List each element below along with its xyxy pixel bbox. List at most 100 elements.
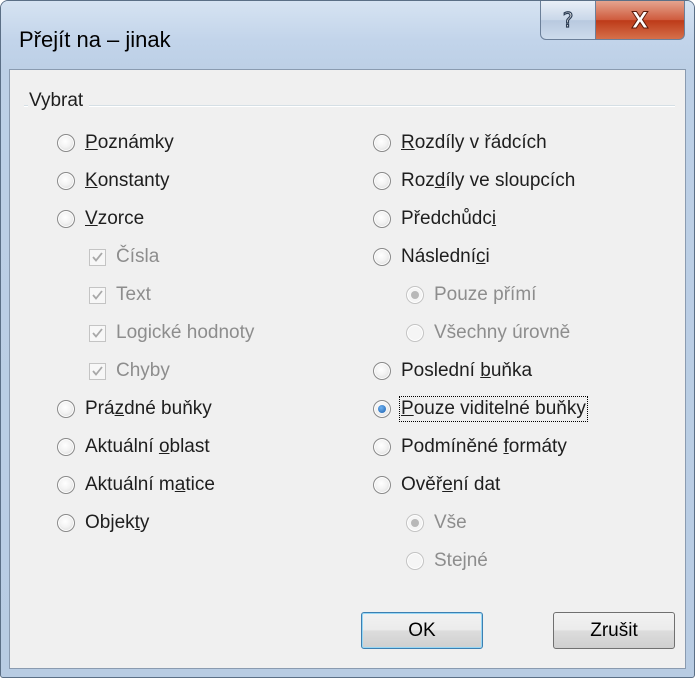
dialog-window: Přejít na – jinak ? X Vybrat Poznámky Kon… <box>0 0 695 678</box>
radio-empty-icon[interactable] <box>57 438 75 456</box>
help-icon: ? <box>562 8 574 32</box>
option-access-key: R <box>401 132 415 153</box>
option-label-text: Stejné <box>434 550 488 571</box>
option-label-text: Prá <box>85 398 115 419</box>
checkbox-text: Text <box>89 284 151 306</box>
radio-option-vzorce[interactable]: Vzorce <box>57 208 144 230</box>
radio-option-podminene-formaty[interactable]: Podmíněné formáty <box>373 436 567 458</box>
option-access-key: K <box>85 170 98 191</box>
radio-option-rozdily-v-radcich[interactable]: Rozdíly v řádcích <box>373 132 547 154</box>
group-divider-highlight <box>24 106 675 107</box>
ok-button[interactable]: OK <box>361 612 483 649</box>
option-label: Čísla <box>116 246 159 268</box>
option-label-text: Text <box>116 284 151 305</box>
option-label-text: Objek <box>85 512 135 533</box>
option-label-text: ozdíly v řádcích <box>414 132 547 153</box>
radio-option-aktualni-oblast[interactable]: Aktuální oblast <box>57 436 210 458</box>
checkbox-chyby: Chyby <box>89 360 170 382</box>
radio-empty-icon[interactable] <box>57 134 75 152</box>
option-access-key: o <box>158 436 170 457</box>
radio-empty-icon[interactable] <box>373 210 391 228</box>
radio-option-posledni-bunka[interactable]: Poslední buňka <box>373 360 532 382</box>
radio-empty-icon[interactable] <box>57 514 75 532</box>
radio-empty-icon[interactable] <box>373 438 391 456</box>
radio-empty-icon[interactable] <box>373 248 391 266</box>
radio-option-predchudci[interactable]: Předchůdci <box>373 208 496 230</box>
radio-option-konstanty[interactable]: Konstanty <box>57 170 170 192</box>
close-button[interactable]: X <box>595 1 685 40</box>
radio-selected-icon <box>406 286 424 304</box>
option-access-key: d <box>434 170 446 191</box>
option-label-text: i <box>485 246 490 267</box>
checkbox-cisla: Čísla <box>89 246 159 268</box>
radio-empty-icon[interactable] <box>373 134 391 152</box>
option-label-text: Podmíněné <box>401 436 504 457</box>
radio-option-vsechny-urovne: Všechny úrovně <box>406 322 570 344</box>
help-button[interactable]: ? <box>540 1 596 40</box>
option-label: Logické hodnoty <box>116 322 254 344</box>
checkbox-checked-icon <box>89 248 106 266</box>
radio-option-naslednici[interactable]: Následníci <box>373 246 490 268</box>
radio-empty-icon[interactable] <box>57 476 75 494</box>
option-label-text: tice <box>185 474 215 495</box>
checkbox-checked-icon <box>89 362 106 380</box>
radio-empty-icon[interactable] <box>57 172 75 190</box>
option-label: Rozdíly ve sloupcích <box>401 170 575 192</box>
option-access-key: b <box>480 360 491 381</box>
option-label-text: Logické hodnoty <box>116 322 255 343</box>
svg-text:?: ? <box>563 8 574 32</box>
option-label-text: ormáty <box>508 436 567 457</box>
radio-empty-icon[interactable] <box>57 400 75 418</box>
option-label-text: Aktuální <box>85 436 159 457</box>
radio-option-aktualni-matice[interactable]: Aktuální matice <box>57 474 215 496</box>
cancel-button[interactable]: Zrušit <box>553 612 675 649</box>
radio-option-vse: Vše <box>406 512 467 534</box>
option-label-text: Následní <box>401 246 476 267</box>
radio-empty-icon[interactable] <box>373 362 391 380</box>
option-access-key: c <box>476 246 486 267</box>
radio-option-poznamky[interactable]: Poznámky <box>57 132 174 154</box>
radio-option-objekty[interactable]: Objekty <box>57 512 149 534</box>
option-label-text: zorce <box>97 208 145 229</box>
option-label: Objekty <box>85 512 149 534</box>
option-label: Text <box>116 284 151 306</box>
dialog-title: Přejít na – jinak <box>19 27 171 52</box>
option-access-key: i <box>491 208 497 229</box>
title-bar[interactable]: Přejít na – jinak ? X <box>1 1 694 68</box>
option-label: Poznámky <box>85 132 174 154</box>
radio-empty-icon[interactable] <box>57 210 75 228</box>
option-label-text: Ověř <box>401 474 443 495</box>
option-label: Pouze viditelné buňky <box>399 396 588 422</box>
radio-option-prazdne-bunky[interactable]: Prázdné buňky <box>57 398 212 420</box>
option-label-text: dné buňky <box>124 398 212 419</box>
option-label: Aktuální matice <box>85 474 215 496</box>
option-label: Rozdíly v řádcích <box>401 132 547 154</box>
option-label-text: Předchůdc <box>401 208 492 229</box>
option-label: Vše <box>434 512 467 534</box>
radio-selected-icon[interactable] <box>373 400 391 418</box>
option-access-key: P <box>401 398 414 419</box>
option-label: Podmíněné formáty <box>401 436 567 458</box>
radio-empty-icon <box>406 552 424 570</box>
option-label-text: íly ve sloupcích <box>445 170 576 191</box>
option-label-text: ouze viditelné buňky <box>413 398 586 419</box>
radio-option-overeni-dat[interactable]: Ověření dat <box>373 474 500 496</box>
option-label: Ověření dat <box>401 474 500 496</box>
option-label: Všechny úrovně <box>434 322 570 344</box>
option-label: Pouze přímí <box>434 284 536 306</box>
checkbox-checked-icon <box>89 324 106 342</box>
option-access-key: P <box>85 132 98 153</box>
option-label: Vzorce <box>85 208 144 230</box>
radio-empty-icon[interactable] <box>373 172 391 190</box>
radio-option-pouze-viditelne-bunky[interactable]: Pouze viditelné buňky <box>373 396 588 422</box>
option-label: Poslední buňka <box>401 360 532 382</box>
radio-empty-icon[interactable] <box>373 476 391 494</box>
radio-option-rozdily-ve-sloupcich[interactable]: Rozdíly ve sloupcích <box>373 170 575 192</box>
option-label-text: ní dat <box>452 474 501 495</box>
close-icon: X <box>631 9 649 31</box>
option-label-text: Chyby <box>116 360 170 381</box>
option-access-key: V <box>85 208 98 229</box>
option-label: Následníci <box>401 246 490 268</box>
option-label-text: y <box>139 512 150 533</box>
option-label: Předchůdci <box>401 208 496 230</box>
